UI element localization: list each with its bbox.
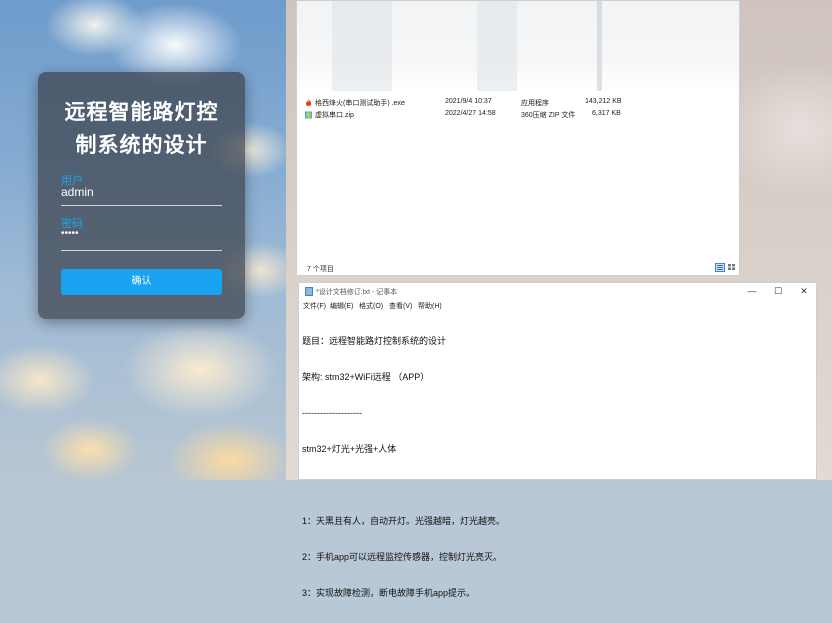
text-line: 2：手机app可以远程监控传感器，控制灯光亮灭。 bbox=[302, 552, 503, 562]
notepad-window: *设计文档修订.txt - 记事本 — ☐ ✕ 文件(F) 编辑(E) 格式(O… bbox=[298, 282, 817, 598]
menu-edit[interactable]: 编辑(E) bbox=[330, 301, 353, 311]
confirm-button[interactable]: 确认 bbox=[61, 269, 222, 295]
login-title-line1: 远程智能路灯控 bbox=[64, 101, 219, 124]
text-line: -------------------- bbox=[302, 408, 362, 418]
notepad-title: *设计文档修订.txt - 记事本 bbox=[316, 289, 398, 296]
file-row[interactable]: 虚拟串口.zip 2022/4/27 14:58 360压缩 ZIP 文件 6,… bbox=[305, 110, 725, 122]
menu-view[interactable]: 查看(V) bbox=[389, 301, 412, 311]
close-button[interactable]: ✕ bbox=[793, 285, 815, 298]
explorer-header-area bbox=[297, 1, 739, 91]
text-line: 架构: stm32+WiFi远程 （APP） bbox=[302, 372, 430, 382]
file-type: 360压缩 ZIP 文件 bbox=[521, 112, 576, 119]
menu-help[interactable]: 帮助(H) bbox=[418, 301, 442, 311]
text-line: stm32+灯光+光强+人体 bbox=[302, 444, 397, 454]
file-type: 应用程序 bbox=[521, 100, 549, 107]
minimize-button[interactable]: — bbox=[741, 285, 763, 298]
file-name: 虚拟串口.zip bbox=[315, 112, 354, 119]
large-icons-view-icon[interactable] bbox=[727, 263, 737, 272]
file-name: 格西烽火(串口测试助手) .exe bbox=[315, 100, 405, 107]
text-line: 1：天黑且有人，自动开灯。光强越暗，灯光越亮。 bbox=[302, 516, 506, 526]
notepad-title-bar[interactable]: *设计文档修订.txt - 记事本 — ☐ ✕ bbox=[299, 283, 816, 300]
maximize-button[interactable]: ☐ bbox=[767, 285, 789, 298]
notepad-menu-bar: 文件(F) 编辑(E) 格式(O) 查看(V) 帮助(H) bbox=[299, 300, 816, 311]
login-title-line2: 制系统的设计 bbox=[75, 134, 208, 157]
login-title: 远程智能路灯控 制系统的设计 bbox=[38, 96, 245, 162]
username-underline bbox=[61, 205, 222, 206]
menu-file[interactable]: 文件(F) bbox=[303, 301, 326, 311]
text-line: 题目：远程智能路灯控制系统的设计 bbox=[302, 336, 447, 346]
item-count-status: 7 个项目 bbox=[307, 266, 334, 273]
file-date: 2021/9/4 10:37 bbox=[445, 98, 492, 105]
file-row[interactable]: 格西烽火(串口测试助手) .exe 2021/9/4 10:37 应用程序 14… bbox=[305, 98, 725, 110]
file-explorer-window: 格西烽火(串口测试助手) .exe 2021/9/4 10:37 应用程序 14… bbox=[296, 0, 740, 276]
file-size: 6,317 KB bbox=[592, 110, 621, 117]
text-line bbox=[302, 479, 505, 491]
text-line: 3：实现故障检测，断电故障手机app提示。 bbox=[302, 588, 476, 598]
exe-flame-icon bbox=[305, 99, 312, 107]
notepad-app-icon bbox=[305, 287, 313, 296]
zip-archive-icon bbox=[305, 111, 312, 119]
login-panel: 远程智能路灯控 制系统的设计 用户 admin 密码 ••••• 确认 bbox=[38, 72, 245, 319]
username-input[interactable]: admin bbox=[61, 185, 94, 199]
menu-format[interactable]: 格式(O) bbox=[359, 301, 383, 311]
file-date: 2022/4/27 14:58 bbox=[445, 110, 496, 117]
file-size: 143,212 KB bbox=[585, 98, 622, 105]
password-underline bbox=[61, 250, 222, 251]
password-input[interactable]: ••••• bbox=[61, 228, 79, 239]
details-view-icon[interactable] bbox=[715, 263, 725, 272]
notepad-text-area[interactable]: 题目：远程智能路灯控制系统的设计 架构: stm32+WiFi远程 （APP） … bbox=[302, 311, 505, 623]
